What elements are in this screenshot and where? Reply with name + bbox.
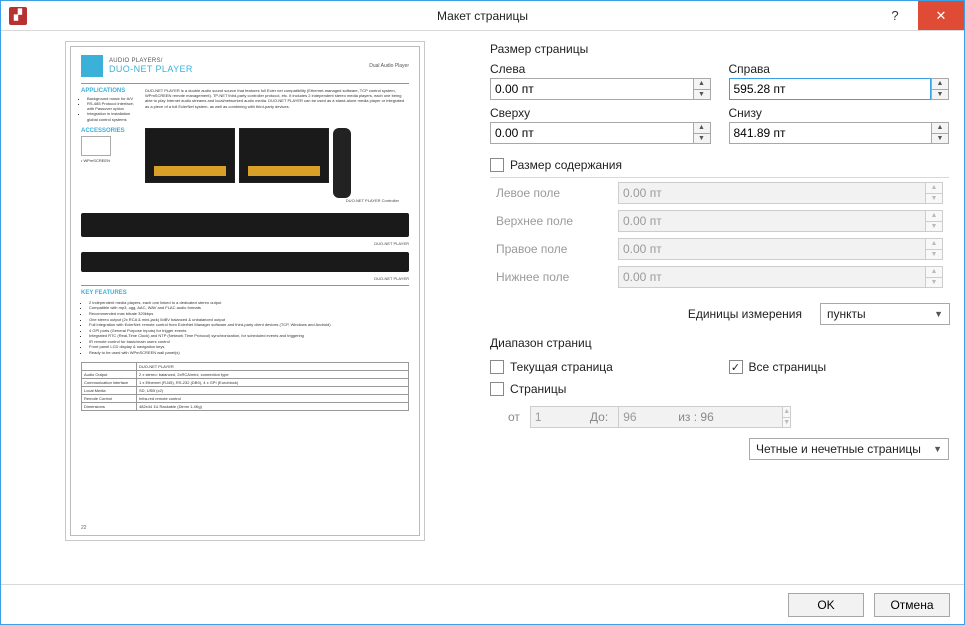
from-label: от xyxy=(508,410,520,424)
content-size-label: Размер содержания xyxy=(510,158,622,172)
page-range-group: Диапазон страниц Текущая страница ✓ Все … xyxy=(489,335,950,461)
current-page-label: Текущая страница xyxy=(510,360,613,374)
close-button[interactable]: ✕ xyxy=(918,1,964,30)
spin-down-icon[interactable]: ▼ xyxy=(693,89,711,101)
dialog-footer: OK Отмена xyxy=(1,584,964,624)
spin-up-icon: ▲ xyxy=(925,238,943,249)
app-icon: ▞ xyxy=(9,7,27,25)
spin-up-icon: ▲ xyxy=(925,182,943,193)
spin-down-icon: ▼ xyxy=(925,277,943,289)
preview-accessory-image xyxy=(81,136,111,156)
right-label: Справа xyxy=(729,62,950,76)
preview-page-number: 22 xyxy=(81,525,87,531)
preview-frame: AUDIO PLAYERS/ DUO-NET PLAYER Dual Audio… xyxy=(65,41,425,541)
chevron-down-icon: ▼ xyxy=(933,444,942,454)
preview-pane: AUDIO PLAYERS/ DUO-NET PLAYER Dual Audio… xyxy=(15,41,475,580)
spin-down-icon: ▼ xyxy=(925,221,943,233)
parity-select[interactable]: Четные и нечетные страницы ▼ xyxy=(749,438,949,460)
top-input[interactable] xyxy=(490,122,693,144)
all-pages-label: Все страницы xyxy=(749,360,827,374)
spin-down-icon[interactable]: ▼ xyxy=(931,133,949,145)
spin-up-icon[interactable]: ▲ xyxy=(931,122,949,133)
spin-up-icon: ▲ xyxy=(925,266,943,277)
settings-pane: Размер страницы Слева ▲▼ Справа ▲▼ xyxy=(489,41,950,580)
cancel-button[interactable]: Отмена xyxy=(874,593,950,617)
preview-page: AUDIO PLAYERS/ DUO-NET PLAYER Dual Audio… xyxy=(70,46,420,536)
preview-features-list: 2 independent media players, each one li… xyxy=(89,300,409,356)
preview-sec-applications: APPLICATIONS xyxy=(81,88,139,96)
left-label: Слева xyxy=(490,62,711,76)
spin-down-icon: ▼ xyxy=(782,417,791,429)
margin-bottom-label: Нижнее поле xyxy=(496,270,606,284)
margin-top-label: Верхнее поле xyxy=(496,214,606,228)
pages-label: Страницы xyxy=(510,382,566,396)
preview-spec-table: DUO-NET PLAYER Audio Output2 x stereo: b… xyxy=(81,362,409,411)
preview-screen-image xyxy=(145,128,235,183)
preview-caption: DUO-NET PLAYER Controller xyxy=(145,198,409,205)
left-input[interactable] xyxy=(490,78,693,100)
margin-bottom-input xyxy=(618,266,925,288)
units-label: Единицы измерения xyxy=(688,307,802,321)
page-size-title: Размер страницы xyxy=(490,42,949,56)
spin-down-icon[interactable]: ▼ xyxy=(693,133,711,145)
preview-body-text: DUO-NET PLAYER is a double audio sound s… xyxy=(145,88,409,122)
preview-app-item: Integration in installation global contr… xyxy=(87,111,139,121)
spin-down-icon[interactable]: ▼ xyxy=(931,89,949,101)
page-range-title: Диапазон страниц xyxy=(490,336,949,350)
spin-up-icon[interactable]: ▲ xyxy=(693,122,711,133)
top-label: Сверху xyxy=(490,106,711,120)
ok-button[interactable]: OK xyxy=(788,593,864,617)
pages-checkbox[interactable] xyxy=(490,382,504,396)
current-page-checkbox[interactable] xyxy=(490,360,504,374)
margin-left-label: Левое поле xyxy=(496,186,606,200)
right-input[interactable] xyxy=(729,78,932,100)
titlebar: ▞ Макет страницы ? ✕ xyxy=(1,1,964,31)
preview-feat-item: Ready to be used with WPmSCREEN wall pan… xyxy=(89,350,409,356)
preview-rack-image xyxy=(81,213,409,237)
chevron-down-icon: ▼ xyxy=(934,309,943,319)
units-select[interactable]: пункты ▼ xyxy=(820,303,950,325)
preview-app-item: RS-485 Protocol interface, with Passover… xyxy=(87,101,139,111)
content-size-group: Размер содержания Левое поле ▲▼ Верхнее … xyxy=(489,155,950,293)
preview-sec-accessories: ACCESSORIES xyxy=(81,128,139,134)
parity-value: Четные и нечетные страницы xyxy=(756,442,921,456)
preview-sec-features: KEY FEATURES xyxy=(71,288,419,298)
content-size-checkbox[interactable] xyxy=(490,158,504,172)
spin-up-icon[interactable]: ▲ xyxy=(931,78,949,89)
spin-up-icon: ▲ xyxy=(782,406,791,417)
preview-title: DUO-NET PLAYER xyxy=(109,64,193,74)
page-size-group: Размер страницы Слева ▲▼ Справа ▲▼ xyxy=(489,41,950,145)
window-title: Макет страницы xyxy=(1,9,964,23)
of-label: из : 96 xyxy=(678,410,714,424)
preview-remote-image xyxy=(333,128,351,198)
margin-right-label: Правое поле xyxy=(496,242,606,256)
margin-right-input xyxy=(618,238,925,260)
preview-accessory-code: • WPmSCREEN xyxy=(81,158,139,163)
dialog-body: AUDIO PLAYERS/ DUO-NET PLAYER Dual Audio… xyxy=(1,31,964,584)
bottom-label: Снизу xyxy=(729,106,950,120)
preview-caption: DUO-NET PLAYER xyxy=(71,241,419,248)
preview-header-right: Dual Audio Player xyxy=(369,63,409,69)
spin-down-icon: ▼ xyxy=(925,193,943,205)
help-button[interactable]: ? xyxy=(872,1,918,30)
preview-caption: DUO-NET PLAYER xyxy=(71,276,419,283)
preview-rack-image xyxy=(81,252,409,272)
preview-screen-image xyxy=(239,128,329,183)
to-label: До: xyxy=(590,410,608,424)
margin-top-input xyxy=(618,210,925,232)
spin-down-icon: ▼ xyxy=(925,249,943,261)
preview-logo xyxy=(81,55,103,77)
bottom-input[interactable] xyxy=(729,122,932,144)
units-value: пункты xyxy=(827,307,866,321)
margin-left-input xyxy=(618,182,925,204)
window-controls: ? ✕ xyxy=(872,1,964,30)
spin-up-icon: ▲ xyxy=(925,210,943,221)
all-pages-checkbox[interactable]: ✓ xyxy=(729,360,743,374)
spin-up-icon[interactable]: ▲ xyxy=(693,78,711,89)
